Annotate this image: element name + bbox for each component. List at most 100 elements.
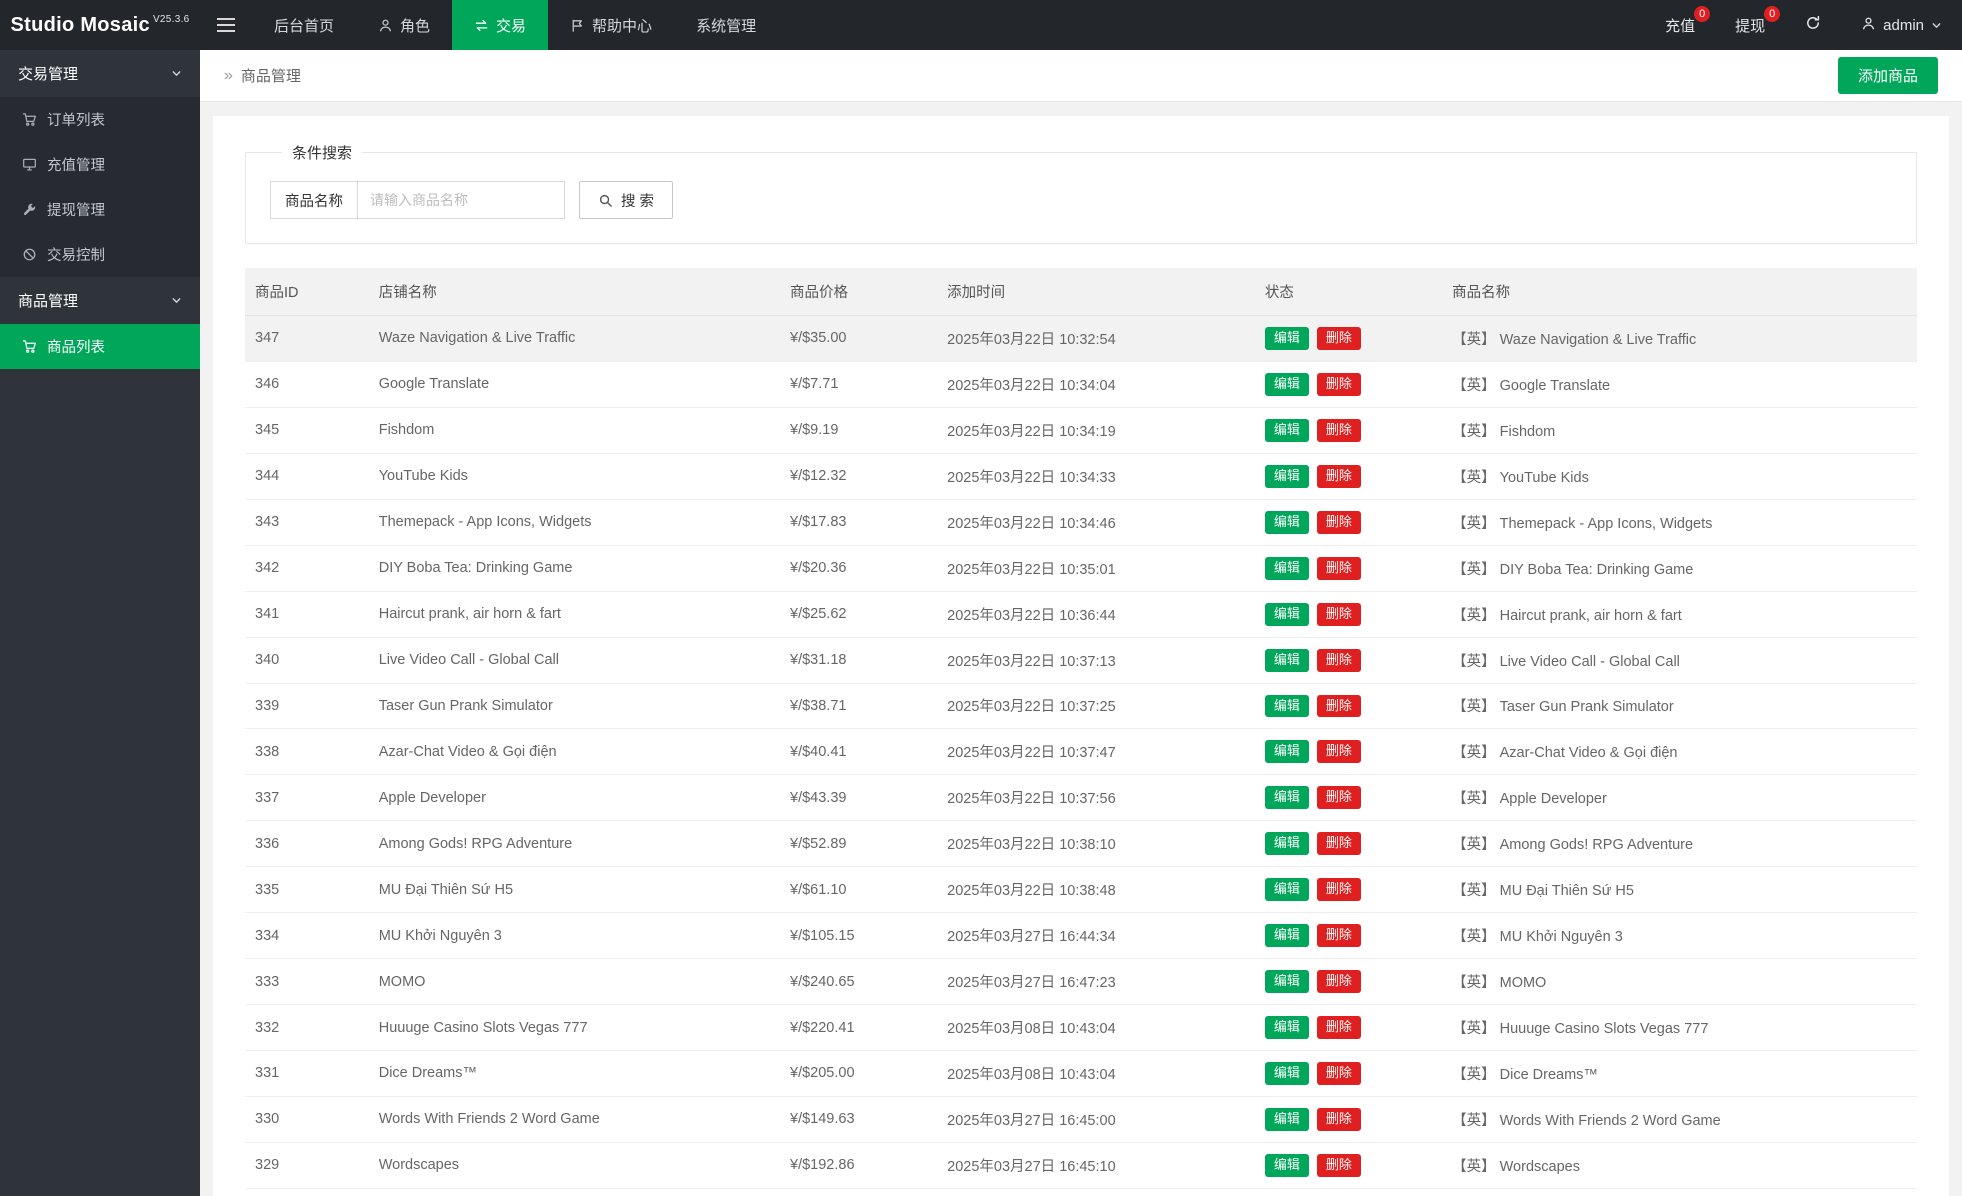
delete-button[interactable]: 删除 (1316, 510, 1361, 534)
cell-time: 2025年03月08日 10:43:04 (937, 1004, 1255, 1051)
delete-button[interactable]: 删除 (1316, 464, 1361, 488)
edit-button[interactable]: 编辑 (1264, 510, 1309, 534)
delete-button[interactable]: 删除 (1316, 602, 1361, 626)
nav-system-label: 系统管理 (696, 17, 757, 35)
refresh-button[interactable] (1785, 0, 1841, 50)
search-button[interactable]: 搜 索 (579, 181, 674, 219)
chevron-down-icon (1931, 20, 1942, 31)
delete-button[interactable]: 删除 (1316, 327, 1361, 350)
edit-button[interactable]: 编辑 (1264, 1062, 1309, 1085)
delete-button[interactable]: 删除 (1316, 878, 1361, 902)
cell-time: 2025年03月22日 10:35:01 (937, 545, 1255, 592)
cell-status: 编辑删除 (1254, 774, 1443, 822)
edit-button[interactable]: 编辑 (1264, 924, 1309, 948)
edit-button[interactable]: 编辑 (1264, 878, 1309, 902)
cell-status: 编辑删除 (1254, 315, 1443, 362)
table-row: 330 Words With Friends 2 Word Game ¥/$14… (245, 1096, 1917, 1143)
cell-product-id: 333 (245, 958, 369, 1006)
cell-status: 编辑删除 (1254, 453, 1443, 500)
edit-button[interactable]: 编辑 (1264, 832, 1309, 856)
cell-product-id: 334 (245, 912, 369, 960)
nav-item-system[interactable]: 系统管理 (674, 0, 778, 50)
column-header: 添加时间 (937, 268, 1255, 316)
nav-item-role[interactable]: 角色 (356, 0, 452, 50)
nav-item-home[interactable]: 后台首页 (252, 0, 356, 50)
delete-button[interactable]: 删除 (1316, 418, 1361, 442)
cell-product-id: 339 (245, 683, 369, 730)
delete-button[interactable]: 删除 (1316, 1016, 1361, 1039)
delete-button[interactable]: 删除 (1316, 970, 1361, 994)
cell-product-name: 【英】 Fishdom (1442, 407, 1917, 454)
nav-item-help[interactable]: 帮助中心 (548, 0, 674, 50)
cell-status: 编辑删除 (1254, 1188, 1443, 1196)
cell-status: 编辑删除 (1254, 728, 1443, 776)
cell-product-name: 【英】 Huuuge Casino Slots Vegas 777 (1442, 1004, 1917, 1051)
withdraw-link[interactable]: 提现 0 (1715, 0, 1785, 50)
cell-product-id: 332 (245, 1004, 369, 1051)
sidebar-section-product[interactable]: 商品管理 (0, 277, 200, 324)
sidebar-item-recharge[interactable]: 充值管理 (0, 142, 200, 187)
delete-button[interactable]: 删除 (1316, 556, 1361, 580)
hamburger-icon[interactable] (200, 0, 252, 50)
delete-button[interactable]: 删除 (1316, 372, 1361, 396)
edit-button[interactable]: 编辑 (1264, 740, 1309, 764)
sidebar-item-product-list[interactable]: 商品列表 (0, 324, 200, 369)
sidebar-item-control[interactable]: 交易控制 (0, 232, 200, 277)
cell-product-id: 340 (245, 637, 369, 684)
cell-status: 编辑删除 (1254, 683, 1443, 730)
delete-button[interactable]: 删除 (1316, 740, 1361, 764)
product-name-input[interactable] (357, 181, 565, 219)
cell-shop-name: Huuuge Casino Slots Vegas 777 (368, 1004, 781, 1051)
delete-button[interactable]: 删除 (1316, 648, 1361, 672)
delete-button[interactable]: 删除 (1316, 786, 1361, 810)
username: admin (1883, 16, 1924, 34)
recharge-label: 充值 (1665, 17, 1696, 35)
refresh-icon (1805, 15, 1821, 35)
delete-button[interactable]: 删除 (1316, 1107, 1361, 1131)
user-avatar-icon (1861, 16, 1876, 35)
delete-button[interactable]: 删除 (1316, 694, 1361, 718)
table-row: 344 YouTube Kids ¥/$12.32 2025年03月22日 10… (245, 453, 1917, 500)
edit-button[interactable]: 编辑 (1264, 1107, 1309, 1131)
sidebar-section-trade[interactable]: 交易管理 (0, 50, 200, 97)
recharge-link[interactable]: 充值 0 (1645, 0, 1715, 50)
edit-button[interactable]: 编辑 (1264, 327, 1309, 350)
add-product-button[interactable]: 添加商品 (1837, 57, 1938, 94)
recharge-badge: 0 (1694, 6, 1711, 22)
edit-button[interactable]: 编辑 (1264, 1016, 1309, 1039)
edit-button[interactable]: 编辑 (1264, 556, 1309, 580)
edit-button[interactable]: 编辑 (1264, 970, 1309, 994)
cell-product-name: 【英】 Live Video Call - Global Call (1442, 637, 1917, 684)
cell-product-name: 【英】 MOMO (1442, 958, 1917, 1006)
table-row: 346 Google Translate ¥/$7.71 2025年03月22日… (245, 361, 1917, 408)
edit-button[interactable]: 编辑 (1264, 648, 1309, 672)
edit-button[interactable]: 编辑 (1264, 464, 1309, 488)
edit-button[interactable]: 编辑 (1264, 694, 1309, 718)
edit-button[interactable]: 编辑 (1264, 786, 1309, 810)
edit-button[interactable]: 编辑 (1264, 418, 1309, 442)
cell-time: 2025年03月27日 16:44:34 (937, 912, 1255, 960)
delete-button[interactable]: 删除 (1316, 832, 1361, 856)
sidebar-item-withdraw[interactable]: 提现管理 (0, 187, 200, 232)
cell-price: ¥/$12.32 (780, 453, 938, 500)
edit-button[interactable]: 编辑 (1264, 372, 1309, 396)
cell-status: 编辑删除 (1254, 1096, 1443, 1143)
nav-help-label: 帮助中心 (592, 17, 653, 35)
cell-shop-name: Wordscapes (368, 1142, 781, 1189)
delete-button[interactable]: 删除 (1316, 1062, 1361, 1085)
withdraw-label: 提现 (1735, 17, 1766, 35)
table-row: 328 State of Survival: Zombie War ¥/$196… (245, 1188, 1917, 1196)
cell-price: ¥/$149.63 (780, 1096, 938, 1143)
delete-button[interactable]: 删除 (1316, 1153, 1361, 1177)
nav-item-trade[interactable]: 交易 (452, 0, 549, 50)
cell-shop-name: Among Gods! RPG Adventure (368, 820, 781, 868)
sidebar-item-orders[interactable]: 订单列表 (0, 97, 200, 142)
breadcrumb-bar: » 商品管理 添加商品 (200, 50, 1962, 102)
edit-button[interactable]: 编辑 (1264, 602, 1309, 626)
cell-status: 编辑删除 (1254, 1050, 1443, 1097)
app-title: Studio Mosaic (10, 13, 150, 36)
user-menu[interactable]: admin (1841, 0, 1962, 50)
delete-button[interactable]: 删除 (1316, 924, 1361, 948)
breadcrumb: » 商品管理 (224, 65, 301, 86)
edit-button[interactable]: 编辑 (1264, 1153, 1309, 1177)
